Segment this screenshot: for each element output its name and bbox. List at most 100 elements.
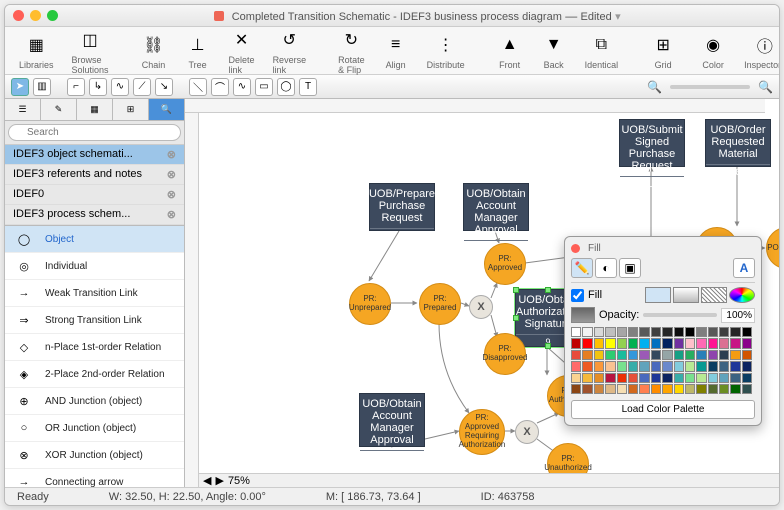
color-swatch[interactable] xyxy=(639,384,649,394)
color-swatch[interactable] xyxy=(708,384,718,394)
shape-row[interactable]: ⇒Strong Transition Link xyxy=(5,307,184,334)
color-swatch[interactable] xyxy=(651,361,661,371)
color-swatch[interactable] xyxy=(708,361,718,371)
junction-x[interactable]: X xyxy=(469,295,493,319)
color-swatch[interactable] xyxy=(685,361,695,371)
browse-button[interactable]: ◫Browse Solutions xyxy=(66,25,115,77)
shape-row[interactable]: ◯Object xyxy=(5,226,184,253)
color-swatch[interactable] xyxy=(674,373,684,383)
conn1-tool[interactable]: ⌐ xyxy=(67,78,85,96)
lib-close-icon[interactable]: ⊗ xyxy=(167,208,176,221)
shape-row[interactable]: →Connecting arrow xyxy=(5,469,184,487)
minimize-icon[interactable] xyxy=(30,10,41,21)
search-input[interactable] xyxy=(8,124,181,141)
close-icon[interactable] xyxy=(13,10,24,21)
fill-solid[interactable] xyxy=(645,287,671,303)
rotate-button[interactable]: ↻Rotate & Flip xyxy=(332,25,371,77)
color-swatch[interactable] xyxy=(662,350,672,360)
color-swatch[interactable] xyxy=(651,384,661,394)
shape-row[interactable]: ⊕AND Junction (object) xyxy=(5,388,184,415)
color-swatch[interactable] xyxy=(685,350,695,360)
color-swatch[interactable] xyxy=(696,338,706,348)
shape-row[interactable]: ◈2-Place 2nd-order Relation xyxy=(5,361,184,388)
color-swatch[interactable] xyxy=(674,327,684,337)
page-next[interactable]: ▶ xyxy=(215,474,223,487)
color-swatch[interactable] xyxy=(685,384,695,394)
identical-button[interactable]: ⧉Identical xyxy=(579,30,625,72)
lib-row[interactable]: IDEF3 process schem...⊗ xyxy=(5,205,184,225)
zoom-slider[interactable] xyxy=(670,85,750,89)
color-swatch[interactable] xyxy=(742,373,752,383)
color-swatch[interactable] xyxy=(662,327,672,337)
color-swatch[interactable] xyxy=(571,384,581,394)
grid-button[interactable]: ⊞Grid xyxy=(644,30,682,72)
opacity-value[interactable]: 100% xyxy=(721,308,755,323)
text-tool[interactable]: T xyxy=(299,78,317,96)
ellipse-tool[interactable]: ◯ xyxy=(277,78,295,96)
color-swatch[interactable] xyxy=(639,327,649,337)
color-swatch[interactable] xyxy=(605,338,615,348)
color-swatch[interactable] xyxy=(730,327,740,337)
back-button[interactable]: ▼Back xyxy=(535,30,573,72)
fill-swatch[interactable] xyxy=(571,307,595,323)
uob-box[interactable]: UOB/Prepare Purchase Request7 xyxy=(369,183,435,231)
color-swatch[interactable] xyxy=(605,327,615,337)
color-swatch[interactable] xyxy=(594,361,604,371)
reverse-button[interactable]: ↺Reverse link xyxy=(267,25,313,77)
color-swatch[interactable] xyxy=(696,350,706,360)
load-color-palette-button[interactable]: Load Color Palette xyxy=(571,400,755,419)
color-swatch[interactable] xyxy=(628,361,638,371)
lib-row[interactable]: IDEF0⊗ xyxy=(5,185,184,205)
color-swatch[interactable] xyxy=(730,350,740,360)
pr-circle[interactable]: PR: Disapproved xyxy=(484,333,526,375)
color-button[interactable]: ◉Color xyxy=(694,30,732,72)
pr-circle[interactable]: PO: Issued xyxy=(766,227,779,269)
page-prev[interactable]: ◀ xyxy=(203,474,211,487)
fill-tab-shadow[interactable]: ◐ xyxy=(595,258,617,278)
libraries-button[interactable]: ▦Libraries xyxy=(13,30,60,72)
color-swatch[interactable] xyxy=(571,327,581,337)
uob-box[interactable]: UOB/Obtain Account Manager Approval8 xyxy=(463,183,529,231)
color-swatch[interactable] xyxy=(571,350,581,360)
uob-box[interactable]: UOB/Submit Signed Purchase Request10 xyxy=(619,119,685,167)
color-swatch[interactable] xyxy=(582,338,592,348)
sb-view4[interactable]: ⊞ xyxy=(113,99,149,120)
conn2-tool[interactable]: ↳ xyxy=(89,78,107,96)
color-swatch[interactable] xyxy=(628,350,638,360)
tree-button[interactable]: ⊥Tree xyxy=(179,30,217,72)
zoom-level[interactable]: 75% xyxy=(228,475,250,487)
color-swatch[interactable] xyxy=(742,361,752,371)
lib-row[interactable]: IDEF3 object schemati...⊗ xyxy=(5,145,184,165)
front-button[interactable]: ▲Front xyxy=(491,30,529,72)
pr-circle[interactable]: PR: Approved xyxy=(484,243,526,285)
color-swatch[interactable] xyxy=(696,327,706,337)
fill-checkbox[interactable] xyxy=(571,289,584,302)
color-swatch[interactable] xyxy=(730,373,740,383)
color-swatch[interactable] xyxy=(617,373,627,383)
lib-close-icon[interactable]: ⊗ xyxy=(167,188,176,201)
color-swatch[interactable] xyxy=(651,327,661,337)
distribute-button[interactable]: ⋮Distribute xyxy=(421,30,471,72)
opacity-slider[interactable] xyxy=(643,313,717,317)
color-swatch[interactable] xyxy=(742,384,752,394)
color-swatch[interactable] xyxy=(605,350,615,360)
color-swatch[interactable] xyxy=(617,361,627,371)
curve-tool[interactable]: ∿ xyxy=(233,78,251,96)
color-swatch[interactable] xyxy=(605,373,615,383)
color-swatch[interactable] xyxy=(639,350,649,360)
color-swatch[interactable] xyxy=(617,327,627,337)
chain-button[interactable]: ⛓Chain xyxy=(135,30,173,72)
delete-button[interactable]: ✕Delete link xyxy=(223,25,261,77)
color-swatch[interactable] xyxy=(696,373,706,383)
color-swatch[interactable] xyxy=(605,361,615,371)
color-swatch[interactable] xyxy=(719,384,729,394)
color-swatch[interactable] xyxy=(719,373,729,383)
lib-close-icon[interactable]: ⊗ xyxy=(167,148,176,161)
color-swatch[interactable] xyxy=(594,327,604,337)
pr-circle[interactable]: PR: Unprepared xyxy=(349,283,391,325)
pointer-tool[interactable]: ➤ xyxy=(11,78,29,96)
color-swatch[interactable] xyxy=(708,373,718,383)
pr-circle[interactable]: PR: Approved Requiring Authorization xyxy=(459,409,505,455)
uob-box[interactable]: UOB/Obtain Account Manager Approval8 xyxy=(359,393,425,447)
rect-tool[interactable]: ▭ xyxy=(255,78,273,96)
